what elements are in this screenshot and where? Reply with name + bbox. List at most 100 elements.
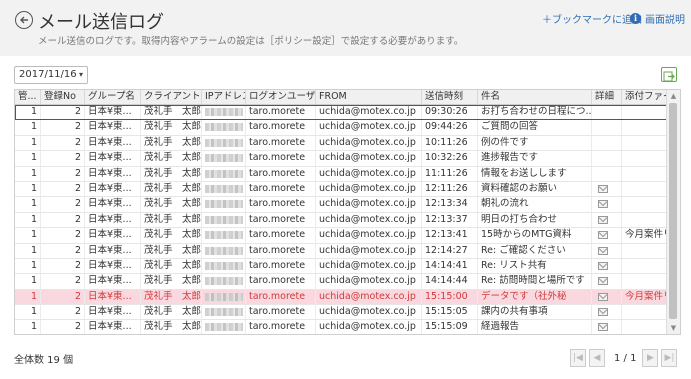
table-row[interactable]: 1 2 日本¥東... 茂礼手 太郎 taro.morete uchida@motex.c… xyxy=(15,120,667,136)
col-from-cell: uchida@motex.co.jp xyxy=(316,212,422,228)
mail-icon[interactable] xyxy=(598,246,608,255)
col-ip-header[interactable]: IPアドレス xyxy=(202,90,246,104)
col-attachment-cell: 今月案件リ... xyxy=(622,289,667,305)
col-detail-cell xyxy=(592,258,622,274)
col-sent-time-cell: 12:13:34 xyxy=(422,197,478,212)
table-row[interactable]: 1 2 日本¥東... 茂礼手 太郎 taro.morete uchida@motex.c… xyxy=(15,305,667,321)
col-ip-cell xyxy=(202,166,246,181)
col-subject-cell: 経過報告 xyxy=(478,320,592,334)
col-admin-cell: 1 xyxy=(15,151,41,166)
page-info: 1 / 1 xyxy=(614,352,637,364)
col-admin-header[interactable]: 管... xyxy=(15,90,41,104)
col-logon-user-header[interactable]: ログオンユーザ... xyxy=(246,90,316,104)
ip-address-redacted xyxy=(205,323,243,332)
export-arrow-icon xyxy=(663,71,675,82)
mail-icon[interactable] xyxy=(598,292,608,301)
last-page-button[interactable]: ▶| xyxy=(661,349,678,367)
vertical-scrollbar[interactable]: ▲ ▼ xyxy=(666,90,680,334)
col-from-header[interactable]: FROM xyxy=(316,90,422,104)
help-link[interactable]: i 画面説明 xyxy=(630,11,685,26)
add-bookmark-link[interactable]: ＋ブックマークに追加 xyxy=(542,11,642,26)
col-from-cell: uchida@motex.co.jp xyxy=(316,320,422,334)
col-logon-user-cell: taro.morete xyxy=(246,181,316,197)
col-logon-user-cell: taro.morete xyxy=(246,289,316,305)
table-header: 管...登録Noグループ名クライアント名IPアドレスログオンユーザ...FROM… xyxy=(15,90,667,105)
mail-log-table: 管...登録Noグループ名クライアント名IPアドレスログオンユーザ...FROM… xyxy=(14,89,681,335)
col-reg-no-cell: 2 xyxy=(41,166,85,181)
col-reg-no-cell: 2 xyxy=(41,135,85,151)
date-dropdown[interactable]: 2017/11/16 ▾ xyxy=(14,66,88,84)
table-row[interactable]: 1 2 日本¥東... 茂礼手 太郎 taro.morete uchida@motex.c… xyxy=(15,135,667,152)
col-sent-time-cell: 15:15:00 xyxy=(422,289,478,305)
col-sent-time-header[interactable]: 送信時刻 xyxy=(422,90,478,104)
prev-page-button[interactable]: ◀ xyxy=(589,349,605,367)
col-group-cell: 日本¥東... xyxy=(85,105,141,120)
col-detail-header[interactable]: 詳細 xyxy=(592,90,622,104)
col-sent-time-cell: 09:30:26 xyxy=(422,105,478,120)
col-from-cell: uchida@motex.co.jp xyxy=(316,243,422,258)
col-reg-no-header[interactable]: 登録No xyxy=(41,90,85,104)
mail-icon[interactable] xyxy=(598,261,608,270)
col-ip-cell xyxy=(202,135,246,151)
table-row[interactable]: 1 2 日本¥東... 茂礼手 太郎 taro.morete uchida@motex.c… xyxy=(15,274,667,290)
table-row[interactable]: 1 2 日本¥東... 茂礼手 太郎 taro.morete uchida@motex.c… xyxy=(15,228,667,244)
table-row[interactable]: 1 2 日本¥東... 茂礼手 太郎 taro.morete uchida@motex.c… xyxy=(15,166,667,182)
col-ip-cell xyxy=(202,120,246,135)
col-ip-cell xyxy=(202,212,246,228)
col-from-cell: uchida@motex.co.jp xyxy=(316,289,422,305)
col-client-cell: 茂礼手 太郎 xyxy=(141,105,202,120)
col-group-cell: 日本¥東... xyxy=(85,197,141,212)
col-detail-cell xyxy=(592,274,622,289)
col-client-cell: 茂礼手 太郎 xyxy=(141,274,202,289)
col-ip-cell xyxy=(202,274,246,289)
col-ip-cell xyxy=(202,197,246,212)
col-attachment-header[interactable]: 添付ファイル xyxy=(622,90,667,104)
scroll-thumb[interactable] xyxy=(669,103,677,319)
col-reg-no-cell: 2 xyxy=(41,105,85,120)
col-detail-cell xyxy=(592,166,622,181)
table-row[interactable]: 1 2 日本¥東... 茂礼手 太郎 taro.morete uchida@motex.c… xyxy=(15,243,667,259)
col-logon-user-cell: taro.morete xyxy=(246,243,316,258)
col-subject-header[interactable]: 件名 xyxy=(478,90,592,104)
back-button[interactable] xyxy=(15,11,33,29)
col-attachment-cell xyxy=(622,166,667,181)
col-sent-time-cell: 12:13:41 xyxy=(422,228,478,243)
table-row[interactable]: 1 2 日本¥東... 茂礼手 太郎 taro.morete uchida@motex.c… xyxy=(15,151,667,167)
scroll-up-icon[interactable]: ▲ xyxy=(667,90,680,102)
mail-icon[interactable] xyxy=(598,323,608,332)
mail-icon[interactable] xyxy=(598,231,608,240)
help-label: 画面説明 xyxy=(645,15,685,26)
table-row[interactable]: 1 2 日本¥東... 茂礼手 太郎 taro.morete uchida@motex.c… xyxy=(15,181,667,198)
col-client-cell: 茂礼手 太郎 xyxy=(141,228,202,243)
col-subject-cell: 明日の打ち合わせ xyxy=(478,212,592,228)
col-detail-cell xyxy=(592,305,622,320)
scroll-down-icon[interactable]: ▼ xyxy=(667,322,680,334)
mail-icon[interactable] xyxy=(598,308,608,317)
col-ip-cell xyxy=(202,305,246,320)
table-row[interactable]: 1 2 日本¥東... 茂礼手 太郎 taro.morete uchida@motex.c… xyxy=(15,105,667,121)
mail-icon[interactable] xyxy=(598,184,608,193)
col-subject-cell: お打ち合わせの日程につ... xyxy=(478,105,592,120)
table-row[interactable]: 1 2 日本¥東... 茂礼手 太郎 taro.morete uchida@motex.c… xyxy=(15,258,667,275)
first-page-button[interactable]: |◀ xyxy=(570,349,586,367)
col-client-cell: 茂礼手 太郎 xyxy=(141,258,202,274)
col-client-header[interactable]: クライアント名 xyxy=(141,90,202,104)
table-row[interactable]: 1 2 日本¥東... 茂礼手 太郎 taro.morete uchida@motex.c… xyxy=(15,289,667,306)
export-button[interactable] xyxy=(661,67,677,82)
col-from-cell: uchida@motex.co.jp xyxy=(316,151,422,166)
col-from-cell: uchida@motex.co.jp xyxy=(316,181,422,197)
ip-address-redacted xyxy=(205,215,243,224)
mail-icon[interactable] xyxy=(598,200,608,209)
next-page-button[interactable]: ▶ xyxy=(642,349,659,367)
table-row[interactable]: 1 2 日本¥東... 茂礼手 太郎 taro.morete uchida@motex.c… xyxy=(15,320,667,334)
mail-icon[interactable] xyxy=(598,215,608,224)
mail-icon[interactable] xyxy=(598,277,608,286)
col-group-header[interactable]: グループ名 xyxy=(85,90,141,104)
ip-address-redacted xyxy=(205,123,243,132)
table-row[interactable]: 1 2 日本¥東... 茂礼手 太郎 taro.morete uchida@motex.c… xyxy=(15,197,667,213)
col-client-cell: 茂礼手 太郎 xyxy=(141,212,202,228)
ip-address-redacted xyxy=(205,231,243,240)
col-attachment-cell xyxy=(622,135,667,151)
table-row[interactable]: 1 2 日本¥東... 茂礼手 太郎 taro.morete uchida@motex.c… xyxy=(15,212,667,229)
col-from-cell: uchida@motex.co.jp xyxy=(316,258,422,274)
